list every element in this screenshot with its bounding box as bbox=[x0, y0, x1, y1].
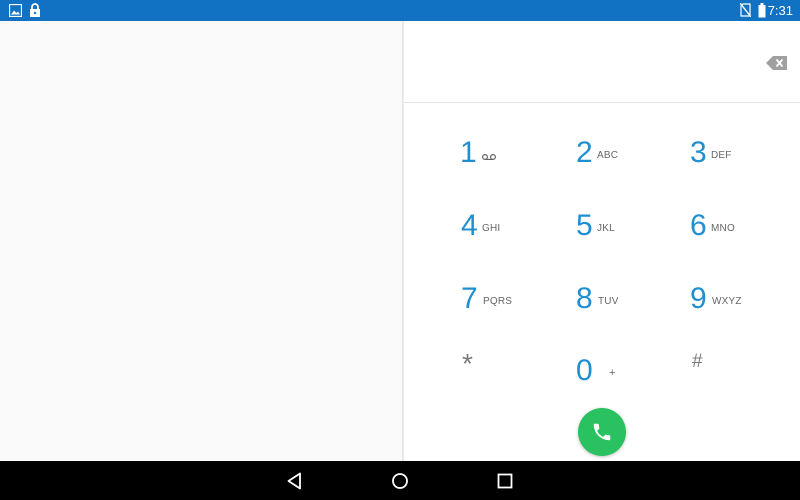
dialpad-key-6[interactable]: 6 MNO bbox=[690, 209, 786, 257]
key-digit: 8 bbox=[576, 282, 593, 315]
key-digit: 4 bbox=[461, 209, 478, 242]
key-symbol: # bbox=[692, 351, 703, 372]
dialed-number-field[interactable] bbox=[404, 21, 800, 103]
status-time: 7:31 bbox=[767, 3, 793, 18]
status-bar: 7:31 bbox=[0, 0, 800, 21]
key-letters: ABC bbox=[597, 150, 619, 161]
dialpad-key-0[interactable]: 0 + bbox=[576, 354, 672, 402]
dialpad-key-4[interactable]: 4 GHI bbox=[461, 209, 557, 257]
key-digit: 7 bbox=[461, 282, 478, 315]
dialpad-key-8[interactable]: 8 TUV bbox=[576, 282, 672, 330]
dialpad-key-7[interactable]: 7 PQRS bbox=[461, 282, 557, 330]
key-letters: + bbox=[609, 367, 616, 379]
key-digit: 0 bbox=[576, 354, 593, 387]
dialpad-pane: 1 2 ABC 3 DEF 4 GHI 5 JKL 6 MNO 7 PQRS 8… bbox=[404, 21, 800, 461]
dialpad-key-3[interactable]: 3 DEF bbox=[690, 136, 786, 184]
call-button[interactable] bbox=[578, 408, 626, 456]
lock-icon bbox=[30, 3, 40, 17]
key-digit: 1 bbox=[460, 136, 477, 169]
key-letters: PQRS bbox=[483, 296, 513, 307]
image-icon bbox=[9, 4, 22, 17]
dialpad-key-hash[interactable]: # bbox=[690, 350, 786, 398]
dialpad-key-2[interactable]: 2 ABC bbox=[576, 136, 672, 184]
no-sim-icon bbox=[740, 3, 751, 17]
dialpad-key-5[interactable]: 5 JKL bbox=[576, 209, 672, 257]
dialpad-key-9[interactable]: 9 WXYZ bbox=[690, 282, 786, 330]
key-digit: 9 bbox=[690, 282, 707, 315]
battery-icon bbox=[758, 3, 766, 18]
backspace-icon[interactable] bbox=[766, 55, 788, 71]
navigation-bar bbox=[0, 461, 800, 500]
back-icon[interactable] bbox=[284, 470, 306, 492]
key-letters: GHI bbox=[482, 223, 501, 234]
left-pane bbox=[0, 21, 402, 461]
dialpad-key-star[interactable]: * bbox=[460, 349, 556, 397]
key-letters: TUV bbox=[598, 296, 619, 307]
phone-icon bbox=[593, 423, 611, 441]
key-letters: WXYZ bbox=[712, 296, 742, 307]
key-letters: MNO bbox=[711, 223, 735, 234]
voicemail-icon bbox=[482, 154, 496, 161]
recents-icon[interactable] bbox=[494, 470, 516, 492]
key-letters: DEF bbox=[711, 150, 732, 161]
key-digit: 6 bbox=[690, 209, 707, 242]
key-symbol: * bbox=[462, 348, 473, 379]
key-digit: 2 bbox=[576, 136, 593, 169]
key-letters: JKL bbox=[597, 223, 615, 234]
key-digit: 3 bbox=[690, 136, 707, 169]
dialpad-key-1[interactable]: 1 bbox=[460, 136, 556, 184]
home-icon[interactable] bbox=[389, 470, 411, 492]
key-digit: 5 bbox=[576, 209, 593, 242]
